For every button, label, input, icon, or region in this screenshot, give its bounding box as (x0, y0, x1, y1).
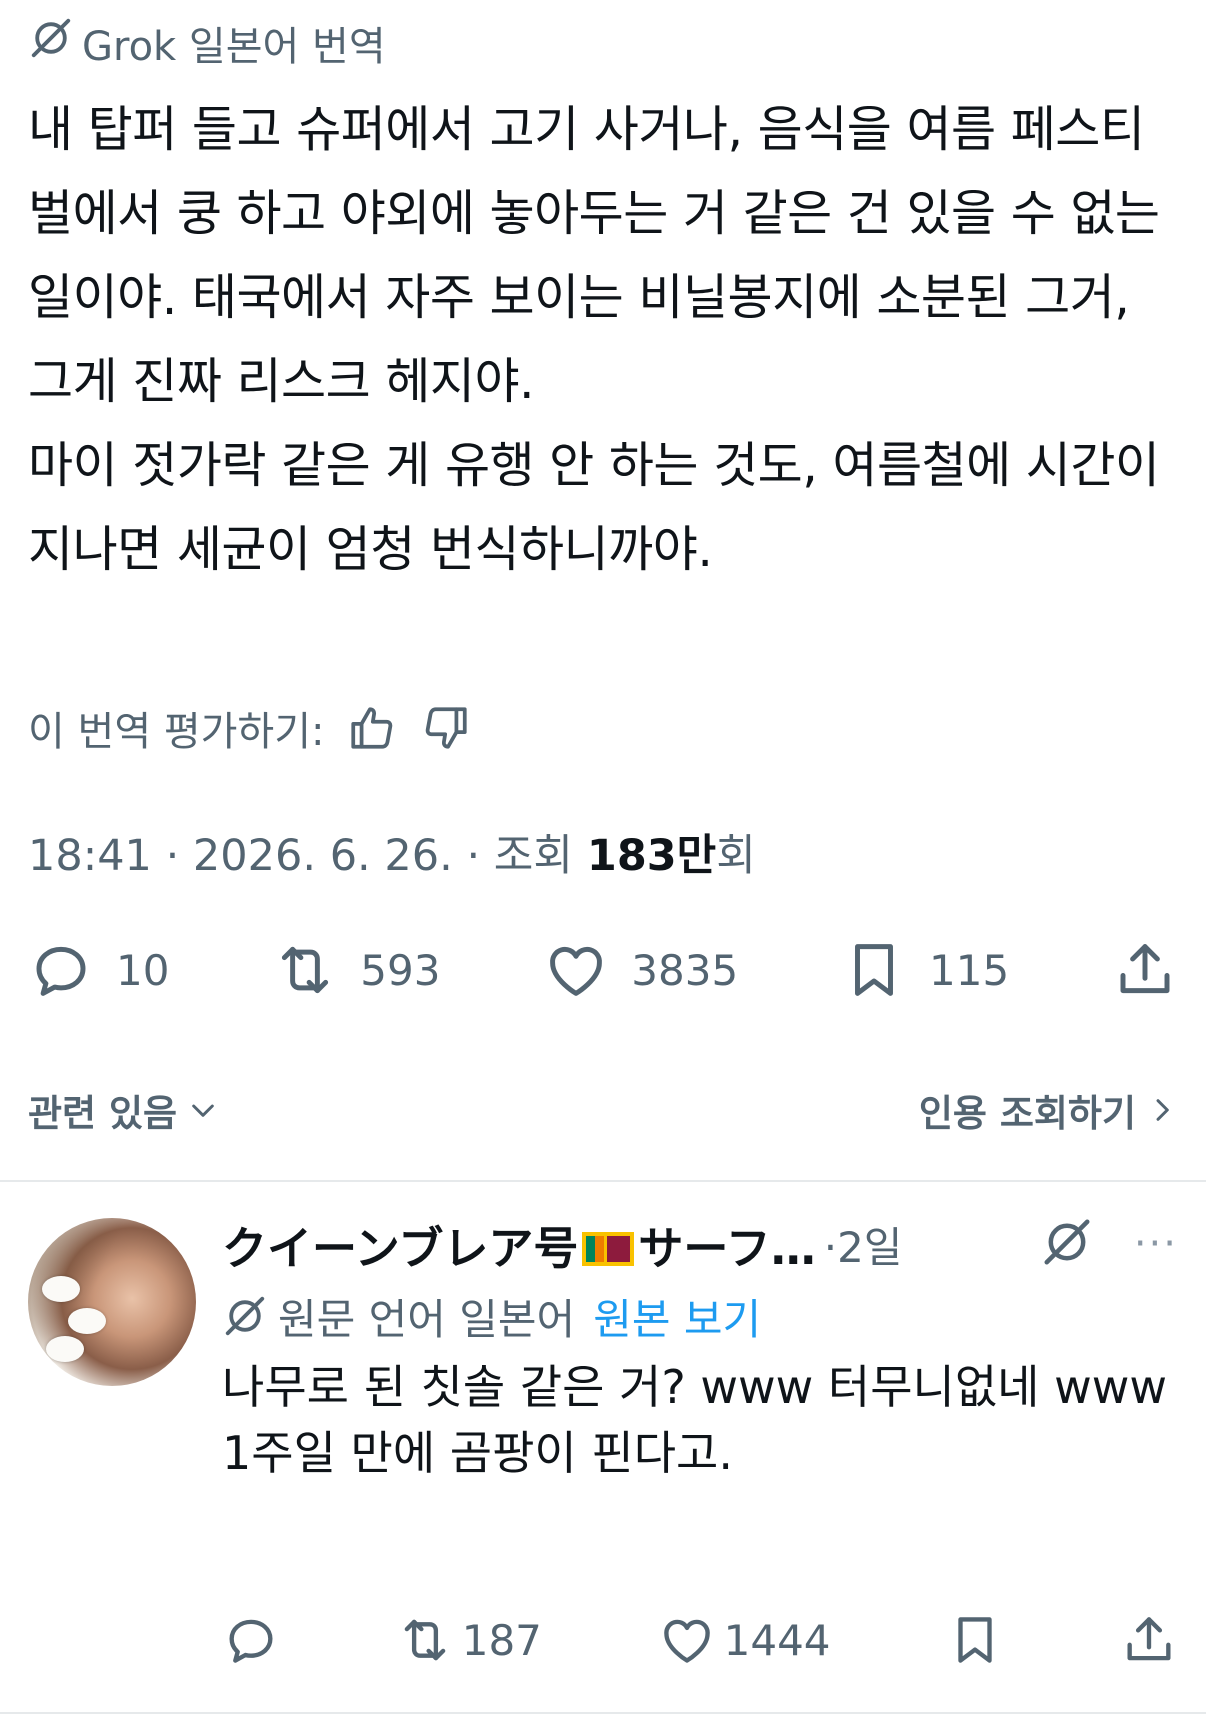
like-button[interactable]: 3835 (543, 937, 738, 1003)
reply-body-text: 나무로 된 칫솔 같은 거? www 터무니없네 www 1주일 만에 곰팡이 … (222, 1360, 1167, 1480)
reply-action-bar: 187 1444 (222, 1604, 1178, 1676)
reply-bookmark-button[interactable] (946, 1611, 1004, 1669)
reply-button[interactable]: 10 (28, 937, 169, 1003)
relevance-sort-label: 관련 있음 (28, 1092, 178, 1135)
more-options-icon[interactable]: ··· (1134, 1221, 1178, 1267)
thumbs-up-icon[interactable] (345, 701, 399, 755)
view-quotes-label: 인용 조회하기 (918, 1092, 1136, 1135)
reply-author-name[interactable]: クイーンブレア号 サーフ… (222, 1212, 816, 1277)
reply-header: クイーンブレア号 サーフ… ·2일 ··· (222, 1210, 1178, 1278)
reply-timestamp[interactable]: ·2일 (824, 1214, 903, 1275)
grok-icon (225, 1296, 265, 1336)
tweet-meta: 18:41 · 2026. 6. 26. · 조회 183만 회 (28, 820, 756, 884)
tweet-timestamp: 18:41 · 2026. 6. 26. · 조회 (28, 831, 573, 881)
bookmark-count: 115 (929, 945, 1010, 995)
repost-count: 593 (360, 945, 441, 995)
section-divider (0, 1180, 1206, 1182)
repost-icon (282, 946, 329, 994)
share-button[interactable] (1112, 937, 1178, 1003)
reply-avatar[interactable] (28, 1218, 196, 1386)
like-count: 3835 (631, 945, 739, 995)
translation-header-label: Grok 일본어 번역 (82, 24, 386, 70)
bookmark-icon (855, 944, 893, 996)
reply-repost-count: 187 (461, 1615, 542, 1665)
reply-reply-button[interactable] (222, 1611, 280, 1669)
reply-icon (36, 946, 86, 996)
bottom-divider (0, 1712, 1206, 1714)
heart-icon (550, 946, 603, 996)
reply-language-row: 원문 언어 일본어 원본 보기 (222, 1286, 761, 1346)
sri-lanka-flag-icon (582, 1231, 635, 1266)
heart-icon (663, 1619, 710, 1663)
reply-count: 10 (116, 945, 170, 995)
original-language-label: 원문 언어 일본어 (278, 1294, 576, 1344)
avatar-flower (42, 1276, 80, 1302)
tweet-action-bar: 10 593 3835 115 (28, 930, 1178, 1010)
grok-translation-header: Grok 일본어 번역 (28, 12, 386, 74)
view-count-suffix: 회 (716, 831, 756, 881)
reply-repost-button[interactable]: 187 (396, 1611, 542, 1669)
grok-icon (28, 15, 74, 71)
reply-like-count: 1444 (723, 1615, 831, 1665)
view-quotes-link[interactable]: 인용 조회하기 (919, 1083, 1178, 1137)
repost-button[interactable]: 593 (272, 937, 440, 1003)
rate-translation-row: 이 번역 평가하기: (28, 696, 473, 760)
reply-author-name-part1: クイーンブレア号 (222, 1221, 579, 1275)
chevron-down-icon (192, 1104, 214, 1117)
reply-author-name-part2: サーフ… (638, 1221, 816, 1275)
tweet-body-text: 내 탑퍼 들고 슈퍼에서 고기 사거나, 음식을 여름 페스티벌에서 쿵 하고 … (28, 101, 1160, 578)
bookmark-icon (958, 1617, 992, 1663)
chevron-right-icon (1156, 1099, 1169, 1121)
avatar-flower (68, 1308, 106, 1334)
avatar-flower (46, 1336, 84, 1362)
thumbs-down-icon[interactable] (419, 701, 473, 755)
avatar-hair-shade (28, 1218, 196, 1386)
reply-icon (229, 1619, 273, 1663)
share-icon (1120, 944, 1170, 994)
relevance-sort-dropdown[interactable]: 관련 있음 (28, 1083, 219, 1137)
reply-share-button[interactable] (1120, 1611, 1178, 1669)
rate-translation-label: 이 번역 평가하기: (28, 709, 325, 755)
grok-icon[interactable] (1040, 1215, 1094, 1273)
share-icon (1127, 1617, 1171, 1661)
bookmark-button[interactable]: 115 (841, 937, 1009, 1003)
repost-icon (404, 1619, 446, 1661)
view-original-link[interactable]: 원본 보기 (593, 1286, 761, 1347)
view-count[interactable]: 183만 (587, 821, 716, 883)
related-row: 관련 있음 인용 조회하기 (28, 1080, 1178, 1140)
reply-like-button[interactable]: 1444 (658, 1611, 831, 1669)
